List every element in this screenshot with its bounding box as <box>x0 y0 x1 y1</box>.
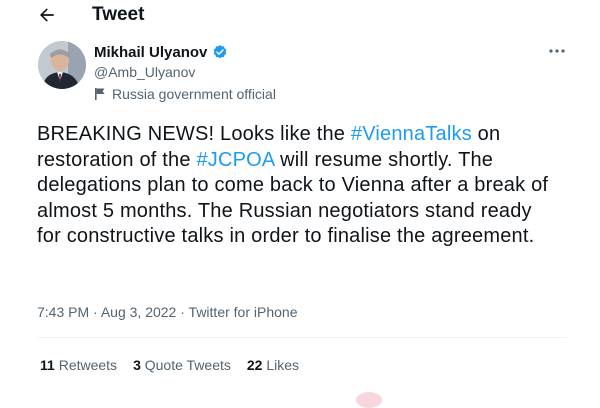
author-block: Mikhail Ulyanov @Amb_Ulyanov <box>94 42 228 82</box>
label-text: Russia government official <box>112 86 276 102</box>
likes-count: 22 <box>246 357 263 373</box>
like-action-hint <box>356 392 382 408</box>
tweet-meta: 7:43 PM · Aug 3, 2022 · Twitter for iPho… <box>37 304 297 320</box>
retweets-count: 11 <box>40 357 55 373</box>
likes-stat[interactable]: 22 Likes <box>247 357 299 373</box>
tweet-text: BREAKING NEWS! Looks like the #ViennaTal… <box>37 122 557 250</box>
author-handle[interactable]: @Amb_Ulyanov <box>94 62 228 82</box>
quote-tweets-count: 3 <box>133 357 141 373</box>
back-button[interactable] <box>34 2 60 28</box>
page-title: Tweet <box>92 4 145 25</box>
tweet-text-segment: BREAKING NEWS! Looks like the <box>37 123 351 145</box>
divider <box>37 337 567 338</box>
profile-photo <box>38 41 86 89</box>
retweets-label: Retweets <box>58 357 118 373</box>
tweet-date[interactable]: Aug 3, 2022 <box>101 304 177 320</box>
government-label: Russia government official <box>94 86 276 102</box>
engagement-stats: 11 Retweets 3 Quote Tweets 22 Likes <box>40 357 299 373</box>
more-options-button[interactable] <box>544 42 570 60</box>
retweets-stat[interactable]: 11 Retweets <box>40 357 117 373</box>
likes-label: Likes <box>266 357 300 373</box>
meta-separator: · <box>93 304 98 320</box>
hashtag-link[interactable]: #JCPOA <box>196 149 274 171</box>
hashtag-link[interactable]: #ViennaTalks <box>351 123 472 145</box>
verified-badge-icon <box>214 45 227 59</box>
author-name[interactable]: Mikhail Ulyanov <box>94 44 207 61</box>
flag-icon <box>95 88 105 100</box>
arrow-left-icon <box>40 8 54 22</box>
quote-tweets-label: Quote Tweets <box>144 357 231 373</box>
avatar[interactable] <box>38 41 86 89</box>
top-bar: Tweet <box>0 0 600 30</box>
tweet-source[interactable]: Twitter for iPhone <box>189 304 298 320</box>
meta-separator: · <box>180 304 185 320</box>
quote-tweets-stat[interactable]: 3 Quote Tweets <box>133 357 231 373</box>
tweet-time[interactable]: 7:43 PM <box>37 304 89 320</box>
more-icon <box>549 49 565 53</box>
